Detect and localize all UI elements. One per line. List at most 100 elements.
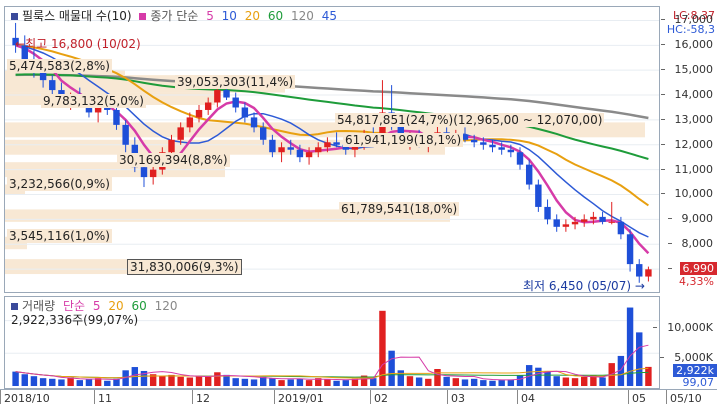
current-price-badge: 6,990 xyxy=(680,262,717,275)
volume-profile-label: 61,941,199(18,1%) xyxy=(343,133,463,147)
time-label: 03 xyxy=(451,392,465,405)
volume-bar xyxy=(398,370,404,386)
volume-bar xyxy=(104,381,110,386)
candle-body xyxy=(315,147,321,152)
time-label: 11 xyxy=(98,392,112,405)
volume-bar xyxy=(563,378,569,387)
candle-body xyxy=(196,110,202,117)
candle-body xyxy=(150,170,156,177)
volume-bar xyxy=(269,378,275,386)
volume-bar xyxy=(434,369,440,386)
volume-bar xyxy=(471,379,477,386)
candle-body xyxy=(168,140,174,152)
volume-bar xyxy=(22,374,28,386)
volume-bar xyxy=(223,375,229,386)
volume-chart-pane[interactable]: 거래량 단순 5 20 60 120 2,922,336주(99,07%) xyxy=(4,296,660,389)
volume-bar xyxy=(297,379,303,386)
time-label: 2018/10 xyxy=(4,392,50,405)
chart-title: 필룩스 매물대 수(10) xyxy=(22,9,132,23)
time-label: 05 xyxy=(632,392,646,405)
candle-body xyxy=(471,140,477,142)
volume-bar xyxy=(636,332,642,386)
volume-bar xyxy=(535,368,541,386)
arrow-left-icon: ← xyxy=(15,37,25,51)
volume-ma-period-20[interactable]: 20 xyxy=(108,299,123,313)
stock-chart-window: 필룩스 매물대 수(10) 종가 단순 5 10 20 60 120 45 5,… xyxy=(0,0,717,407)
volume-moving-average-60 xyxy=(16,372,649,378)
volume-bar xyxy=(453,378,459,386)
price-tick: 10,000 xyxy=(675,188,714,199)
volume-axis[interactable]: 10,000K 5,000K 2,922k 99,07 xyxy=(660,296,717,389)
volume-profile-label: 31,830,006(9,3%) xyxy=(127,259,242,275)
volume-ma-period-120[interactable]: 120 xyxy=(155,299,178,313)
volume-ma-label: 단순 xyxy=(63,299,85,313)
time-label: 05/10 xyxy=(670,392,702,405)
volume-tick: 10,000K xyxy=(667,322,713,333)
candle-body xyxy=(645,269,651,276)
volume-bar xyxy=(242,379,248,386)
candle-body xyxy=(297,150,303,157)
ma-period-45[interactable]: 45 xyxy=(322,9,337,23)
candle-body xyxy=(205,103,211,110)
ma-period-60[interactable]: 60 xyxy=(268,9,283,23)
volume-bar xyxy=(489,381,495,386)
volume-bar xyxy=(553,376,559,386)
volume-bar xyxy=(572,378,578,386)
candle-body xyxy=(572,222,578,224)
volume-profile-label: 3,232,566(0,9%) xyxy=(7,177,112,191)
price-chart-header: 필룩스 매물대 수(10) 종가 단순 5 10 20 60 120 45 xyxy=(11,7,341,25)
volume-profile-label: 39,053,303(11,4%) xyxy=(175,75,295,89)
time-label: 04 xyxy=(521,392,535,405)
volume-bar xyxy=(517,376,523,386)
candle-body xyxy=(95,107,101,112)
volume-bar xyxy=(58,379,64,386)
volume-chart-header: 거래량 단순 5 20 60 120 xyxy=(11,297,181,315)
current-volume-pct: 99,07 xyxy=(680,376,717,389)
volume-bar xyxy=(67,378,73,387)
volume-bar xyxy=(251,379,257,386)
volume-title: 거래량 xyxy=(22,299,55,313)
candle-body xyxy=(517,152,523,164)
volume-ma-period-5[interactable]: 5 xyxy=(93,299,101,313)
candle-body xyxy=(306,152,312,157)
volume-bar xyxy=(333,381,339,386)
candle-body xyxy=(526,165,532,185)
price-axis[interactable]: LC:8,37 HC:-58,3 17,00016,00015,00014,00… xyxy=(660,6,717,293)
time-axis[interactable]: 2018/10 11 12 2019/01 02 03 04 05 05/10 xyxy=(0,389,717,408)
candle-body xyxy=(636,264,642,276)
volume-ma-period-60[interactable]: 60 xyxy=(131,299,146,313)
candle-body xyxy=(553,219,559,226)
price-tick: 11,000 xyxy=(675,164,714,175)
candle-body xyxy=(269,140,275,152)
candle-body xyxy=(177,127,183,139)
volume-bar xyxy=(306,380,312,386)
candle-body xyxy=(278,147,284,152)
current-change-pct: 4,33% xyxy=(676,275,717,288)
volume-profile-label: 54,817,851(24,7%)(12,965,00 ~ 12,070,00) xyxy=(335,113,604,127)
volume-bar xyxy=(205,377,211,386)
volume-bar xyxy=(416,378,422,387)
volume-bar xyxy=(187,378,193,387)
candle-body xyxy=(590,217,596,219)
volume-bar xyxy=(77,380,83,386)
candle-body xyxy=(324,142,330,147)
candle-body xyxy=(141,167,147,177)
volume-bar xyxy=(214,372,220,386)
volume-bar xyxy=(40,378,46,386)
price-chart-pane[interactable]: 필룩스 매물대 수(10) 종가 단순 5 10 20 60 120 45 5,… xyxy=(4,6,660,293)
candle-body xyxy=(535,185,541,207)
volume-bar xyxy=(370,378,376,386)
candle-body xyxy=(122,125,128,145)
candle-body xyxy=(489,145,495,147)
ma-period-5[interactable]: 5 xyxy=(206,9,214,23)
ma-period-10[interactable]: 10 xyxy=(222,9,237,23)
price-tick: 8,000 xyxy=(682,238,714,249)
price-tick: 12,000 xyxy=(675,139,714,150)
ma-period-120[interactable]: 120 xyxy=(291,9,314,23)
candle-body xyxy=(251,117,257,127)
ma-period-20[interactable]: 20 xyxy=(245,9,260,23)
volume-bar xyxy=(407,376,413,386)
price-tick: 14,000 xyxy=(675,89,714,100)
volume-bar xyxy=(425,379,431,386)
candle-body xyxy=(618,222,624,234)
